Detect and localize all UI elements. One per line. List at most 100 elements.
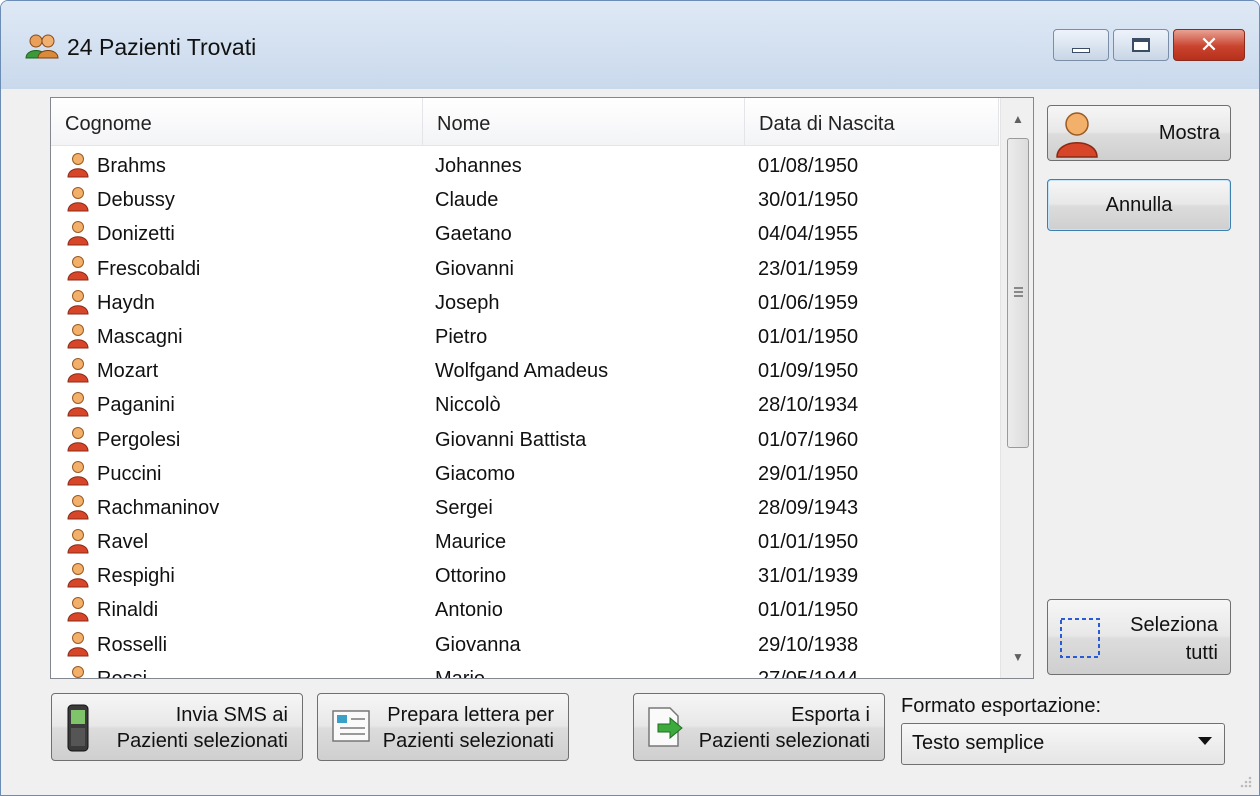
cell-cognome: Rachmaninov [97, 496, 220, 519]
patient-icon [67, 597, 89, 622]
select-all-icon [1060, 618, 1100, 658]
list-item[interactable]: Haydn Joseph 01/06/1959 [51, 283, 999, 317]
cell-data-nascita: 30/01/1950 [758, 189, 859, 212]
cell-cognome: Pergolesi [97, 428, 181, 451]
cell-nome: Niccolò [435, 394, 501, 417]
cell-data-nascita: 28/09/1943 [758, 496, 859, 519]
cell-cognome: Ravel [97, 531, 149, 554]
list-item[interactable]: Paganini Niccolò 28/10/1934 [51, 385, 999, 419]
close-button[interactable]: ✕ [1173, 29, 1245, 61]
list-item[interactable]: Rosselli Giovanna 29/10/1938 [51, 625, 999, 659]
list-item[interactable]: Rossi Mario 27/05/1944 [51, 659, 999, 679]
cell-cognome: Rinaldi [97, 599, 159, 622]
minimize-button[interactable] [1053, 29, 1109, 61]
patient-icon [67, 221, 89, 246]
esporta-label-2: Pazienti selezionati [698, 730, 870, 752]
cell-nome: Maurice [435, 531, 507, 554]
list-item[interactable]: Respighi Ottorino 31/01/1939 [51, 556, 999, 590]
list-header: Cognome Nome Data di Nascita [51, 98, 999, 146]
export-icon [648, 707, 683, 747]
column-header-data-nascita[interactable]: Data di Nascita [745, 98, 999, 146]
lettera-label-1: Prepara lettera per [387, 704, 554, 726]
patient-icon [67, 529, 89, 554]
list-item[interactable]: Pergolesi Giovanni Battista 01/07/1960 [51, 420, 999, 454]
cell-cognome: Frescobaldi [97, 257, 201, 280]
cell-nome: Pietro [435, 325, 488, 348]
patient-icon [67, 358, 89, 383]
list-item[interactable]: Brahms Johannes 01/08/1950 [51, 146, 999, 180]
caption-buttons: ✕ [1053, 29, 1245, 61]
cell-data-nascita: 01/01/1950 [758, 531, 859, 554]
seleziona-tutti-button[interactable]: Seleziona tutti [1047, 599, 1231, 675]
title-bar[interactable]: 24 Pazienti Trovati ✕ [1, 1, 1259, 89]
patient-icon [67, 323, 89, 349]
patient-icon [72, 665, 84, 678]
list-item[interactable]: Puccini Giacomo 29/01/1950 [51, 454, 999, 488]
esporta-button[interactable]: Esporta i Pazienti selezionati [633, 693, 885, 761]
cell-nome: Sergei [435, 496, 493, 519]
patient-icon [67, 460, 89, 486]
cell-nome: Johannes [435, 155, 522, 177]
invia-sms-button[interactable]: Invia SMS ai Pazienti selezionati [51, 693, 303, 761]
patients-list[interactable]: Cognome Nome Data di Nascita Brahms Johan… [50, 97, 1034, 679]
cell-cognome: Puccini [97, 462, 162, 485]
patient-icon [67, 426, 89, 451]
column-header-nome[interactable]: Nome [423, 98, 745, 146]
mobile-phone-icon [67, 704, 89, 752]
mostra-label: Mostra [1158, 122, 1220, 144]
cell-data-nascita: 27/05/1944 [758, 667, 859, 679]
list-item[interactable]: Rinaldi Antonio 01/01/1950 [51, 590, 999, 624]
lettera-label-2: Pazienti selezionati [382, 730, 554, 752]
letter-icon [332, 710, 370, 742]
cell-cognome: Debussy [97, 189, 175, 212]
mostra-button[interactable]: Mostra [1047, 105, 1231, 161]
sms-label-2: Pazienti selezionati [116, 730, 288, 752]
cell-data-nascita: 01/01/1950 [758, 325, 859, 348]
column-header-cognome[interactable]: Cognome [51, 98, 423, 146]
esporta-label-1: Esporta i [791, 704, 870, 726]
list-item[interactable]: Donizetti Gaetano 04/04/1955 [51, 214, 999, 248]
scroll-up-arrow-icon[interactable]: ▲ [1001, 102, 1033, 136]
resize-grip-icon[interactable] [1237, 773, 1253, 789]
formato-esportazione-select[interactable]: Testo semplice [901, 723, 1225, 765]
cell-cognome: Haydn [97, 291, 155, 314]
list-item[interactable]: Frescobaldi Giovanni 23/01/1959 [51, 249, 999, 283]
patients-window: 24 Pazienti Trovati ✕ Cognome Nome Data … [0, 0, 1260, 796]
cell-nome: Ottorino [435, 565, 507, 588]
patient-icon [67, 187, 89, 212]
cell-cognome: Donizetti [97, 223, 175, 246]
close-icon: ✕ [1199, 32, 1219, 57]
scroll-thumb[interactable] [1007, 138, 1029, 448]
cell-nome: Giovanni [435, 257, 514, 280]
cell-cognome: Mascagni [97, 325, 183, 348]
list-item[interactable]: Rachmaninov Sergei 28/09/1943 [51, 488, 999, 522]
sms-label-1: Invia SMS ai [175, 704, 288, 726]
cell-data-nascita: 31/01/1939 [758, 565, 859, 588]
cell-data-nascita: 04/04/1955 [758, 223, 859, 246]
list-item[interactable]: Ravel Maurice 01/01/1950 [51, 522, 999, 556]
patient-icon [67, 494, 89, 520]
cell-nome: Gaetano [435, 223, 512, 246]
list-rows: Brahms Johannes 01/08/1950 Debussy Claude 30/… [51, 146, 999, 679]
annulla-button[interactable]: Annulla [1047, 179, 1231, 231]
prepara-lettera-button[interactable]: Prepara lettera per Pazienti selezionati [317, 693, 569, 761]
vertical-scrollbar[interactable]: ▲ ▼ [1000, 98, 1033, 678]
cell-nome: Giacomo [435, 462, 516, 485]
list-item[interactable]: Mozart Wolfgand Amadeus 01/09/1950 [51, 351, 999, 385]
people-icon [25, 34, 59, 59]
patient-icon [67, 563, 89, 588]
cell-nome: Antonio [435, 599, 503, 622]
cell-nome: Mario [435, 667, 486, 679]
annulla-label: Annulla [1105, 194, 1173, 216]
cell-cognome: Mozart [97, 360, 159, 383]
list-item[interactable]: Mascagni Pietro 01/01/1950 [51, 317, 999, 351]
maximize-button[interactable] [1113, 29, 1169, 61]
cell-nome: Giovanna [435, 633, 521, 656]
patient-icon [67, 255, 89, 281]
cell-data-nascita: 01/08/1950 [758, 155, 859, 177]
scroll-down-arrow-icon[interactable]: ▼ [1001, 640, 1033, 674]
list-item[interactable]: Debussy Claude 30/01/1950 [51, 180, 999, 214]
cell-data-nascita: 01/06/1959 [758, 291, 859, 314]
cell-nome: Joseph [435, 291, 500, 314]
formato-selected-value: Testo semplice [912, 732, 1045, 754]
